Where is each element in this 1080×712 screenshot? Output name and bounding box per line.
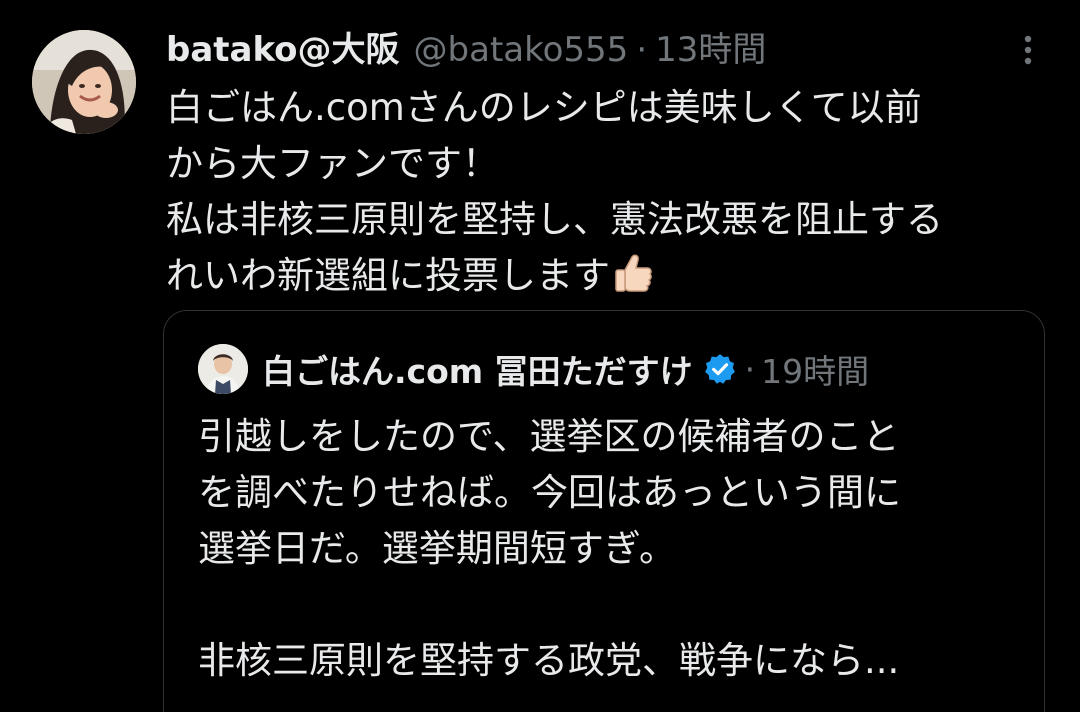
- quoted-tweet-text: 引越しをしたので、選挙区の候補者のこと を調べたりせねば。今回はあっという間に …: [198, 409, 1028, 689]
- tweet-text-line: 私は非核三原則を堅持し、憲法改悪を阻止する: [166, 198, 943, 241]
- thumbs-up-icon: [612, 252, 654, 310]
- avatar-photo: [32, 30, 136, 134]
- quoted-text-blank-line: [198, 577, 1028, 633]
- avatar[interactable]: [32, 30, 136, 134]
- quoted-author-avatar: [198, 344, 248, 394]
- separator-dot: ·: [744, 349, 756, 389]
- tweet-text-line: 白ごはん.comさんのレシピは美味しくて以前: [166, 86, 922, 129]
- quoted-author-display-name: 白ごはん.com 冨田ただすけ: [262, 352, 693, 391]
- quoted-tweet-header: 白ごはん.com 冨田ただすけ · 19時間: [198, 341, 869, 397]
- tweet-header: batako@大阪 @batako555 · 13時間: [166, 24, 766, 76]
- tweet-text-line: から大ファンです！: [166, 142, 499, 185]
- author-handle[interactable]: @batako555: [414, 24, 629, 76]
- tweet-text-line-with-emoji: れいわ新選組に投票します: [166, 248, 1056, 310]
- quoted-text-line: 選挙日だ。選挙期間短すぎ。: [198, 527, 677, 570]
- tweet-text: 白ごはん.comさんのレシピは美味しくて以前 から大ファンです！ 私は非核三原則…: [166, 80, 1056, 310]
- tweet-timestamp[interactable]: 13時間: [655, 24, 766, 76]
- quoted-text-line: 非核三原則を堅持する政党、戦争になら...: [198, 639, 900, 682]
- tweet-text-line: れいわ新選組に投票します: [166, 254, 610, 297]
- verified-badge-icon: [703, 352, 737, 386]
- more-options-button[interactable]: [1008, 30, 1048, 70]
- quoted-tweet-timestamp: 19時間: [761, 352, 870, 391]
- quoted-text-line: を調べたりせねば。今回はあっという間に: [198, 471, 901, 514]
- separator-dot: ·: [636, 30, 648, 70]
- author-display-name[interactable]: batako@大阪: [166, 24, 400, 76]
- quoted-tweet-card[interactable]: 白ごはん.com 冨田ただすけ · 19時間 引越しをしたので、選挙区の候補者の…: [163, 310, 1045, 712]
- quoted-text-line: 引越しをしたので、選挙区の候補者のこと: [198, 415, 900, 458]
- tweet[interactable]: batako@大阪 @batako555 · 13時間 白ごはん.comさんのレ…: [0, 0, 1080, 712]
- more-vertical-icon: [1024, 35, 1032, 65]
